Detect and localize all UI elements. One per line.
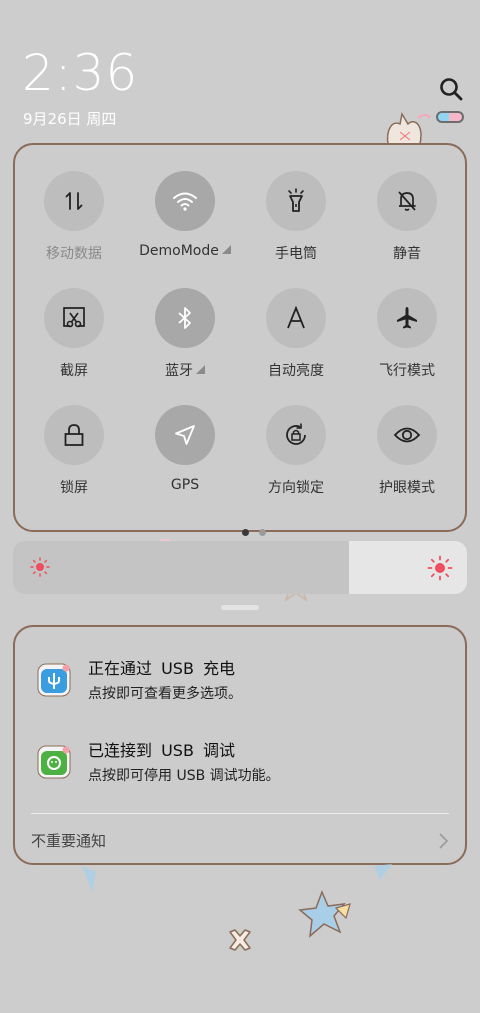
date-label[interactable]: 9月26日 周四 — [23, 108, 116, 129]
tile-gps[interactable]: GPS — [130, 405, 240, 515]
tile-lock-screen[interactable]: 锁屏 — [19, 405, 129, 515]
tile-circle — [266, 288, 326, 348]
tile-circle — [155, 171, 215, 231]
tile-auto-brightness[interactable]: 自动亮度 — [241, 288, 351, 398]
tile-circle — [266, 405, 326, 465]
blue-shard-decoration-icon — [82, 866, 96, 892]
tile-label: 护眼模式 — [379, 480, 435, 496]
tile-label: 锁屏 — [60, 480, 88, 496]
screenshot-icon — [63, 307, 85, 328]
tile-label-text: 蓝牙 — [165, 363, 193, 379]
flashlight-icon — [288, 188, 304, 212]
tile-wifi[interactable]: DemoMode — [130, 171, 240, 281]
page-dot[interactable] — [259, 529, 266, 536]
wifi-icon — [173, 192, 197, 211]
notification-title: 已连接到 USB 调试 — [88, 741, 236, 760]
tile-label: 移动数据 — [46, 246, 102, 262]
tile-label-text: DemoMode — [139, 243, 219, 259]
divider — [31, 813, 449, 814]
tile-label: 飞行模式 — [379, 363, 435, 379]
bunny-decoration-icon — [386, 111, 431, 145]
brightness-low-icon — [30, 557, 50, 577]
tile-label: 截屏 — [60, 363, 88, 379]
tile-circle — [155, 405, 215, 465]
tile-circle — [44, 288, 104, 348]
notification-title: 正在通过 USB 充电 — [88, 659, 236, 678]
tile-circle — [155, 288, 215, 348]
tile-label: 蓝牙 — [130, 360, 240, 380]
mobile-data-icon — [65, 192, 83, 210]
theme-toggle-icon[interactable] — [436, 111, 464, 123]
lock-icon — [64, 424, 84, 446]
tile-circle — [377, 288, 437, 348]
airplane-icon — [397, 307, 417, 329]
usb-debugging-icon — [37, 745, 71, 779]
tile-label: GPS — [170, 477, 200, 493]
tile-circle — [377, 405, 437, 465]
silent-bell-icon — [398, 191, 416, 211]
tile-circle — [44, 171, 104, 231]
tile-rotation-lock[interactable]: 方向锁定 — [241, 405, 351, 515]
auto-brightness-icon — [287, 306, 305, 329]
usb-charging-icon — [37, 663, 71, 697]
notification-usb-charging[interactable]: 正在通过 USB 充电 点按即可查看更多选项。 — [37, 655, 457, 705]
gps-icon — [175, 425, 195, 445]
brightness-slider[interactable] — [13, 541, 467, 594]
tile-circle — [44, 405, 104, 465]
tile-eye-care[interactable]: 护眼模式 — [352, 405, 462, 515]
tile-label: 手电筒 — [275, 246, 317, 262]
notification-subtitle: 点按即可查看更多选项。 — [88, 686, 242, 702]
page-dot-active[interactable] — [242, 529, 249, 536]
expand-triangle-icon — [221, 245, 231, 254]
notification-usb-debugging[interactable]: 已连接到 USB 调试 点按即可停用 USB 调试功能。 — [37, 737, 457, 787]
tile-screenshot[interactable]: 截屏 — [19, 288, 129, 398]
tile-label: 方向锁定 — [268, 480, 324, 496]
tile-silent[interactable]: 静音 — [352, 171, 462, 281]
search-icon[interactable] — [438, 76, 464, 102]
unimportant-notifications-link[interactable]: 不重要通知 — [31, 830, 106, 851]
tile-label: 自动亮度 — [268, 363, 324, 379]
brightness-high-icon — [427, 555, 453, 581]
tile-flashlight[interactable]: 手电筒 — [241, 171, 351, 281]
quick-settings-panel: 移动数据 DemoMode 手电筒 静音 截屏 蓝牙 自动亮度 飞行模式 锁屏 … — [13, 143, 467, 536]
bluetooth-icon — [178, 307, 191, 329]
tile-airplane[interactable]: 飞行模式 — [352, 288, 462, 398]
panel-drag-handle[interactable] — [221, 605, 259, 610]
tile-circle — [266, 171, 326, 231]
eye-icon — [393, 427, 421, 443]
tile-mobile-data[interactable]: 移动数据 — [19, 171, 129, 281]
tile-label: DemoMode — [130, 243, 240, 259]
clock-time[interactable]: 2:36 — [22, 44, 138, 102]
tile-label: 静音 — [393, 246, 421, 262]
star-decoration-icon — [298, 889, 351, 938]
tile-bluetooth[interactable]: 蓝牙 — [130, 288, 240, 398]
expand-triangle-icon — [196, 365, 205, 374]
tile-circle — [377, 171, 437, 231]
page-indicator — [242, 521, 276, 540]
close-x-decoration-icon[interactable] — [226, 926, 254, 954]
chevron-right-icon[interactable] — [437, 831, 449, 851]
notification-subtitle: 点按即可停用 USB 调试功能。 — [88, 768, 280, 784]
blue-shard-decoration-icon — [374, 864, 392, 880]
notification-panel: 正在通过 USB 充电 点按即可查看更多选项。 已连接到 USB 调试 点按即可… — [13, 625, 467, 865]
rotation-lock-icon — [286, 423, 306, 445]
